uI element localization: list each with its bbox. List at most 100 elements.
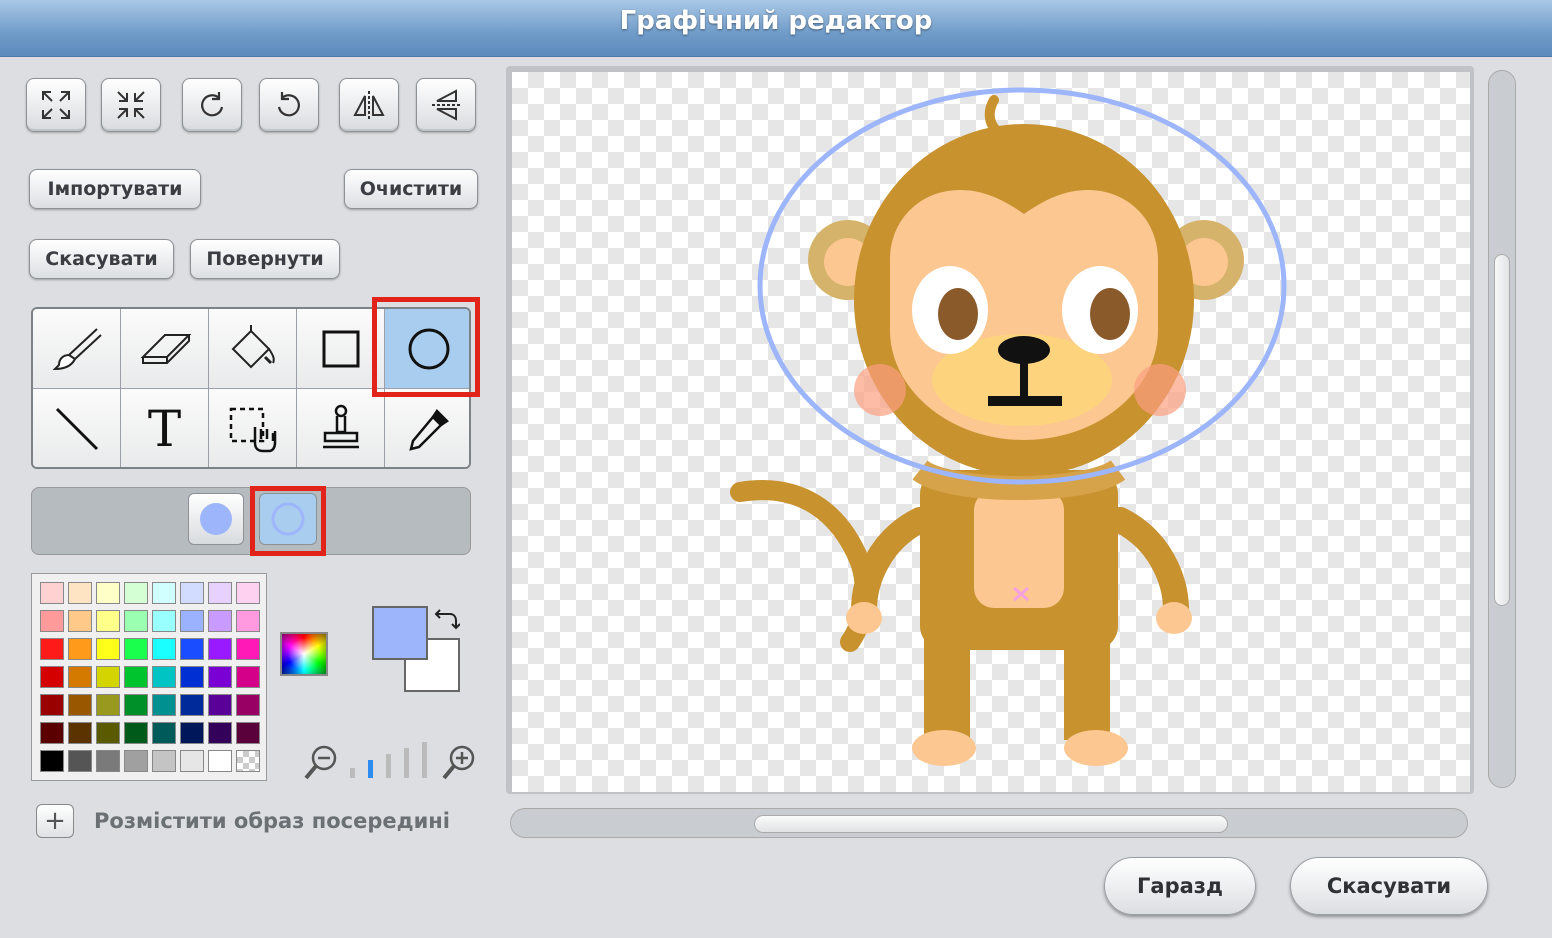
color-swatch[interactable]	[124, 694, 148, 716]
color-swatch[interactable]	[152, 638, 176, 660]
color-swatch[interactable]	[124, 638, 148, 660]
swap-colors-icon[interactable]	[432, 606, 460, 632]
shrink-button[interactable]	[101, 78, 161, 132]
line-tool[interactable]	[33, 389, 121, 467]
flip-vertical-icon	[432, 89, 460, 121]
color-swatch[interactable]	[180, 750, 204, 772]
brush-icon	[52, 327, 102, 370]
color-swatch[interactable]	[152, 582, 176, 604]
color-swatch[interactable]	[68, 666, 92, 688]
zoom-level-indicator[interactable]	[350, 742, 430, 778]
color-swatch[interactable]	[180, 582, 204, 604]
rotate-right-button[interactable]	[259, 78, 319, 132]
color-swatch[interactable]	[152, 750, 176, 772]
color-swatch[interactable]	[208, 722, 232, 744]
color-swatch[interactable]	[68, 610, 92, 632]
color-swatch[interactable]	[40, 610, 64, 632]
color-swatch[interactable]	[208, 694, 232, 716]
brush-tool[interactable]	[33, 309, 121, 389]
color-swatch[interactable]	[152, 694, 176, 716]
color-swatch[interactable]	[236, 582, 260, 604]
stamp-icon	[322, 404, 359, 448]
filled-shape-option[interactable]	[188, 493, 244, 545]
foreground-color-swatch[interactable]	[372, 606, 428, 660]
grow-button[interactable]	[26, 78, 86, 132]
color-swatch[interactable]	[152, 610, 176, 632]
color-swatch[interactable]	[96, 582, 120, 604]
color-swatch[interactable]	[124, 610, 148, 632]
zoom-bar	[386, 754, 391, 778]
text-tool[interactable]: T	[121, 389, 209, 467]
color-swatch[interactable]	[208, 610, 232, 632]
eyedropper-tool[interactable]	[385, 389, 469, 467]
color-swatch[interactable]	[236, 638, 260, 660]
color-picker-button[interactable]	[280, 632, 328, 676]
color-swatch[interactable]	[180, 638, 204, 660]
color-swatch[interactable]	[40, 694, 64, 716]
color-swatch[interactable]	[96, 610, 120, 632]
color-swatch[interactable]	[180, 722, 204, 744]
horizontal-scroll-thumb[interactable]	[754, 815, 1228, 833]
highlight-outline-option	[250, 486, 326, 556]
color-swatch[interactable]	[96, 666, 120, 688]
vertical-scroll-thumb[interactable]	[1494, 254, 1510, 606]
paint-editor-window: Графічний редактор Імпортувати Очистити …	[0, 0, 1552, 938]
color-swatch[interactable]	[40, 722, 64, 744]
color-swatch[interactable]	[208, 750, 232, 772]
filled-circle-icon	[200, 503, 232, 535]
color-swatch[interactable]	[68, 750, 92, 772]
color-swatch[interactable]	[208, 582, 232, 604]
cancel-button[interactable]: Скасувати	[1290, 857, 1488, 915]
color-swatch[interactable]	[236, 722, 260, 744]
color-swatch[interactable]	[236, 694, 260, 716]
color-swatch[interactable]	[124, 750, 148, 772]
color-swatch[interactable]	[152, 666, 176, 688]
rectangle-icon	[322, 330, 359, 367]
fill-tool[interactable]	[209, 309, 297, 389]
color-swatch[interactable]	[236, 666, 260, 688]
color-swatch[interactable]	[208, 666, 232, 688]
color-swatch[interactable]	[40, 750, 64, 772]
color-swatch[interactable]	[180, 610, 204, 632]
undo-button[interactable]: Скасувати	[29, 239, 174, 279]
color-swatch[interactable]	[96, 722, 120, 744]
color-swatch[interactable]	[152, 722, 176, 744]
center-image-button[interactable]: +	[36, 804, 74, 838]
color-swatch[interactable]	[68, 694, 92, 716]
drawing-canvas[interactable]	[512, 72, 1470, 792]
rotate-right-icon	[277, 92, 300, 117]
zoom-in-icon[interactable]	[440, 742, 480, 782]
rotate-left-button[interactable]	[182, 78, 242, 132]
color-swatch[interactable]	[96, 750, 120, 772]
color-swatch[interactable]	[236, 750, 260, 772]
color-swatch[interactable]	[124, 666, 148, 688]
select-tool[interactable]	[209, 389, 297, 467]
eraser-icon	[140, 333, 191, 364]
color-swatch[interactable]	[208, 638, 232, 660]
color-swatch[interactable]	[124, 582, 148, 604]
zoom-out-icon[interactable]	[302, 742, 342, 782]
color-swatch[interactable]	[40, 638, 64, 660]
color-swatch[interactable]	[96, 694, 120, 716]
zoom-bar	[350, 768, 355, 778]
color-swatch[interactable]	[96, 638, 120, 660]
zoom-bar-active	[368, 760, 373, 778]
color-swatch[interactable]	[68, 722, 92, 744]
clear-button[interactable]: Очистити	[344, 169, 478, 209]
color-swatch[interactable]	[40, 666, 64, 688]
color-swatch[interactable]	[68, 582, 92, 604]
redo-button[interactable]: Повернути	[190, 239, 340, 279]
color-swatch[interactable]	[124, 722, 148, 744]
color-swatch[interactable]	[180, 694, 204, 716]
color-swatch[interactable]	[68, 638, 92, 660]
color-swatch[interactable]	[40, 582, 64, 604]
stamp-tool[interactable]	[297, 389, 385, 467]
color-swatch[interactable]	[236, 610, 260, 632]
ok-button[interactable]: Гаразд	[1104, 857, 1256, 915]
color-swatch[interactable]	[180, 666, 204, 688]
eraser-tool[interactable]	[121, 309, 209, 389]
flip-horizontal-button[interactable]	[339, 78, 399, 132]
flip-vertical-button[interactable]	[416, 78, 476, 132]
import-button[interactable]: Імпортувати	[29, 169, 201, 209]
shrink-icon	[117, 91, 145, 119]
